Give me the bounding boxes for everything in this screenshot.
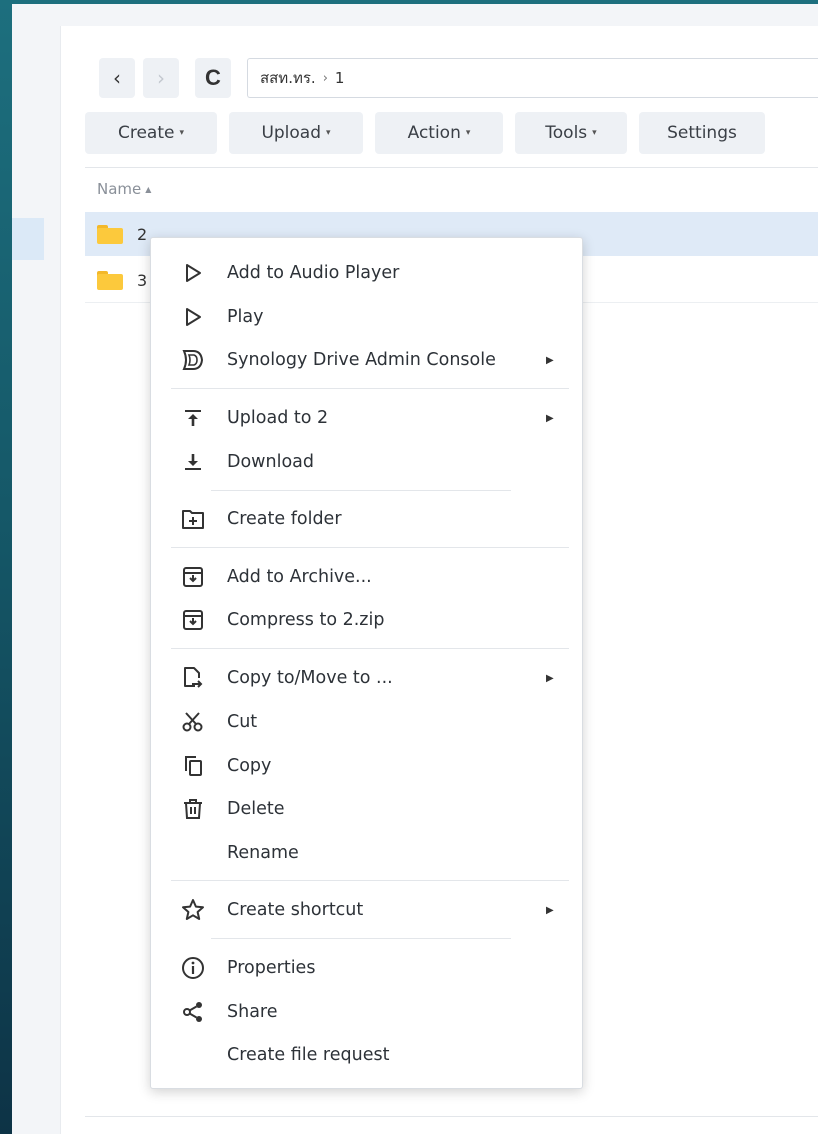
menu-item-label: Copy to/Move to ... — [227, 668, 393, 688]
menu-separator — [171, 880, 569, 881]
breadcrumb-item[interactable]: 1 — [335, 69, 345, 87]
star-icon — [179, 898, 207, 922]
menu-item-download[interactable]: Download — [151, 442, 582, 482]
menu-item-properties[interactable]: Properties — [151, 948, 582, 988]
menu-item-label: Cut — [227, 712, 258, 732]
menu-item-play[interactable]: Play — [151, 297, 582, 337]
toolbar-divider — [85, 167, 818, 168]
tools-button[interactable]: Tools ▾ — [515, 112, 627, 154]
menu-item-label: Create shortcut — [227, 900, 364, 920]
column-header-label: Name — [97, 180, 142, 198]
breadcrumb-separator: › — [322, 70, 328, 86]
menu-item-label: Download — [227, 452, 314, 472]
menu-item-label: Play — [227, 307, 264, 327]
trash-icon — [179, 797, 207, 821]
sort-ascending-icon: ▲ — [145, 185, 152, 194]
action-button-label: Action — [407, 123, 461, 143]
menu-item-upload-to[interactable]: Upload to 2 ▶ — [151, 398, 582, 438]
menu-item-label: Upload to 2 — [227, 408, 329, 428]
list-bottom-divider — [85, 1116, 818, 1117]
upload-button[interactable]: Upload ▾ — [229, 112, 363, 154]
address-bar[interactable]: สสท.ทร. › 1 — [247, 58, 818, 98]
action-button[interactable]: Action ▾ — [375, 112, 503, 154]
refresh-button[interactable]: C — [195, 58, 231, 98]
menu-item-add-to-archive[interactable]: Add to Archive... — [151, 557, 582, 597]
info-icon — [179, 956, 207, 980]
menu-item-cut[interactable]: Cut — [151, 702, 582, 742]
play-outline-icon — [179, 305, 207, 329]
menu-item-copy-move-to[interactable]: Copy to/Move to ... ▶ — [151, 658, 582, 698]
menu-item-label: Create folder — [227, 509, 342, 529]
menu-item-rename[interactable]: Rename — [151, 833, 582, 873]
caret-down-icon: ▾ — [465, 128, 471, 138]
tools-button-label: Tools — [545, 123, 588, 143]
menu-item-create-shortcut[interactable]: Create shortcut ▶ — [151, 890, 582, 930]
context-menu: Add to Audio Player Play Synology Drive … — [150, 237, 583, 1089]
chevron-left-icon: ‹ — [113, 66, 121, 90]
menu-item-delete[interactable]: Delete — [151, 789, 582, 829]
create-button[interactable]: Create ▾ — [85, 112, 217, 154]
share-icon — [179, 1000, 207, 1024]
caret-down-icon: ▾ — [592, 128, 597, 138]
menu-separator — [171, 388, 569, 389]
create-button-label: Create — [117, 123, 175, 143]
menu-item-copy[interactable]: Copy — [151, 746, 582, 786]
menu-item-label: Delete — [227, 799, 285, 819]
submenu-arrow-icon: ▶ — [546, 672, 554, 684]
scissors-icon — [179, 710, 207, 734]
archive-icon — [179, 565, 207, 589]
forward-button[interactable]: › — [143, 58, 179, 98]
new-folder-icon — [179, 507, 207, 531]
folder-icon — [97, 224, 123, 244]
back-button[interactable]: ‹ — [99, 58, 135, 98]
folder-icon — [97, 270, 123, 290]
submenu-arrow-icon: ▶ — [546, 354, 554, 366]
menu-item-share[interactable]: Share — [151, 992, 582, 1032]
menu-item-label: Copy — [227, 756, 272, 776]
left-navigation-pane — [12, 4, 60, 1134]
download-icon — [179, 450, 207, 474]
menu-item-label: Add to Audio Player — [227, 263, 400, 283]
file-name: 2 — [137, 224, 148, 244]
menu-item-label: Add to Archive... — [227, 567, 372, 587]
menu-separator — [171, 648, 569, 649]
chevron-right-icon: › — [157, 66, 165, 90]
menu-item-label: Create file request — [227, 1045, 390, 1065]
menu-item-label: Rename — [227, 843, 299, 863]
archive-icon — [179, 608, 207, 632]
menu-item-create-file-request[interactable]: Create file request — [151, 1035, 582, 1075]
copy-icon — [179, 754, 207, 778]
menu-item-label: Properties — [227, 958, 316, 978]
file-name: 3 — [137, 270, 148, 290]
play-outline-icon — [179, 261, 207, 285]
menu-item-label: Share — [227, 1002, 278, 1022]
settings-button-label: Settings — [667, 123, 737, 143]
submenu-arrow-icon: ▶ — [546, 412, 554, 424]
caret-down-icon: ▾ — [179, 128, 185, 138]
breadcrumb-item[interactable]: สสท.ทร. — [260, 66, 316, 90]
menu-item-label: Compress to 2.zip — [227, 610, 385, 630]
left-pane-selected-item[interactable] — [12, 218, 44, 260]
menu-separator — [171, 547, 569, 548]
menu-item-add-to-audio-player[interactable]: Add to Audio Player — [151, 253, 582, 293]
menu-separator — [211, 490, 511, 491]
upload-button-label: Upload — [261, 123, 322, 143]
column-header-name[interactable]: Name ▲ — [97, 180, 151, 198]
menu-item-create-folder[interactable]: Create folder — [151, 499, 582, 539]
synology-drive-icon — [179, 348, 207, 372]
copy-move-icon — [179, 666, 207, 690]
submenu-arrow-icon: ▶ — [546, 904, 554, 916]
caret-down-icon: ▾ — [326, 128, 331, 138]
menu-item-synology-drive-admin-console[interactable]: Synology Drive Admin Console ▶ — [151, 340, 582, 380]
settings-button[interactable]: Settings — [639, 112, 765, 154]
menu-separator — [211, 938, 511, 939]
menu-item-label: Synology Drive Admin Console — [227, 350, 496, 370]
menu-item-compress[interactable]: Compress to 2.zip — [151, 600, 582, 640]
upload-icon — [179, 406, 207, 430]
refresh-icon: C — [205, 65, 221, 90]
